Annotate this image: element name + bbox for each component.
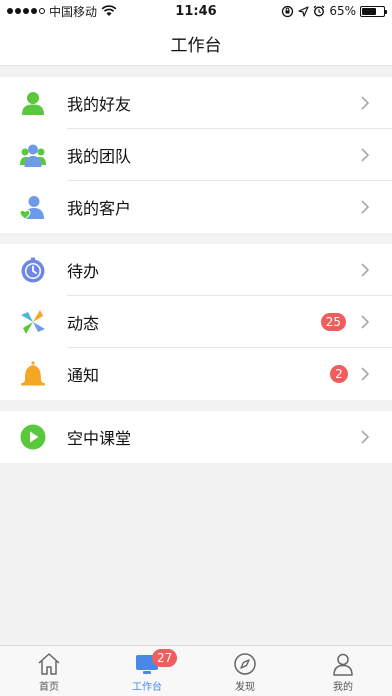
menu-item-label: 动态 (67, 314, 100, 333)
page-title: 工作台 (170, 36, 222, 56)
menu-item-label: 通知 (67, 366, 100, 385)
menu-item-air-classroom[interactable]: 空中课堂 (0, 411, 392, 463)
bell-icon (21, 361, 45, 386)
menu-item-label: 待办 (67, 262, 100, 281)
tab-home[interactable]: 首页 (0, 646, 98, 696)
client-icon (20, 196, 44, 220)
pinwheel-icon (21, 310, 45, 334)
person-icon (22, 92, 44, 115)
status-bar: 中国移动 11:46 65% (0, 0, 392, 22)
menu-item-my-clients[interactable]: 我的客户 (0, 181, 392, 233)
battery-percent: 65% (329, 4, 356, 18)
menu-item-activity[interactable]: 动态 25 (0, 296, 392, 348)
battery-icon (360, 5, 387, 17)
chevron-right-icon (361, 96, 370, 110)
menu-group-classroom: 空中课堂 (0, 411, 392, 463)
tab-workbench[interactable]: 27 工作台 (98, 646, 196, 696)
profile-icon (333, 653, 353, 676)
tab-discover[interactable]: 发现 (196, 646, 294, 696)
chevron-right-icon (361, 148, 370, 162)
tab-label: 我的 (333, 682, 353, 693)
menu-item-label: 我的团队 (67, 147, 132, 166)
notification-count-badge: 2 (330, 365, 348, 383)
menu-item-my-friends[interactable]: 我的好友 (0, 77, 392, 129)
tab-label: 发现 (235, 682, 255, 693)
chevron-right-icon (361, 367, 370, 381)
menu-item-label: 我的客户 (67, 199, 132, 218)
tab-bar: 首页 27 工作台 发现 我的 (0, 645, 392, 696)
tab-label: 工作台 (132, 682, 162, 693)
stopwatch-icon (21, 257, 45, 283)
chevron-right-icon (361, 263, 370, 277)
menu-item-label: 空中课堂 (67, 429, 132, 448)
nav-bar: 工作台 (0, 22, 392, 66)
activity-count-badge: 25 (320, 313, 346, 331)
menu-group-contacts: 我的好友 我的团队 我的客户 (0, 77, 392, 233)
team-icon (20, 144, 46, 167)
home-icon (38, 653, 60, 675)
menu-item-notifications[interactable]: 通知 2 (0, 348, 392, 400)
carrier-label: 中国移动 (49, 4, 98, 19)
location-arrow-icon (298, 5, 309, 17)
menu-group-tasks: 待办 动态 25 通知 2 (0, 244, 392, 400)
menu-item-label: 我的好友 (67, 95, 132, 114)
chevron-right-icon (361, 200, 370, 214)
chevron-right-icon (361, 315, 370, 329)
alarm-icon (313, 5, 325, 17)
signal-strength-icon (7, 8, 45, 14)
play-icon (20, 424, 46, 450)
menu-item-my-team[interactable]: 我的团队 (0, 129, 392, 181)
tab-profile[interactable]: 我的 (294, 646, 392, 696)
menu-item-todo[interactable]: 待办 (0, 244, 392, 296)
chevron-right-icon (361, 430, 370, 444)
orientation-lock-icon (282, 5, 294, 17)
wifi-icon (101, 5, 117, 16)
compass-icon (234, 653, 256, 675)
workbench-badge: 27 (152, 649, 178, 667)
tab-label: 首页 (39, 682, 59, 693)
